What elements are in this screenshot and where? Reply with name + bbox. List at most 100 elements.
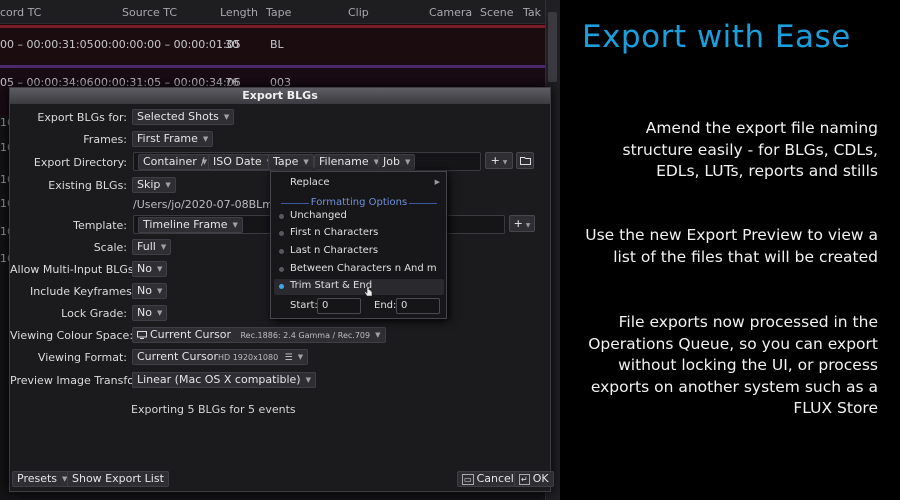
column-length[interactable]: Length	[220, 6, 258, 19]
dialog-title[interactable]: Export BLGs	[10, 88, 550, 104]
row-stripe	[0, 65, 545, 68]
frames-select[interactable]: First Frame ▼	[132, 131, 214, 147]
promo-title: Export with Ease	[582, 19, 851, 55]
chevron-down-icon: ▼	[404, 158, 411, 166]
viewing-colour-space-label: Viewing Colour Space:	[10, 329, 134, 342]
chevron-down-icon: ▼	[305, 376, 311, 384]
keyframes-select[interactable]: No ▼	[132, 283, 168, 299]
column-camera[interactable]: Camera	[429, 6, 472, 19]
length: 30	[225, 38, 239, 51]
show-export-list-button[interactable]: Show Export List	[67, 471, 169, 487]
radio-dot-selected	[279, 284, 284, 289]
hand-cursor-icon	[364, 286, 373, 297]
add-template-token-button[interactable]: + ▼	[509, 215, 535, 232]
template-token[interactable]: Timeline Frame ▼	[138, 217, 243, 233]
menu-item-first-n[interactable]: First n Characters	[290, 227, 378, 238]
plus-icon: +	[490, 154, 500, 167]
promo-paragraph: Amend the export file naming structure e…	[622, 119, 878, 180]
column-scene[interactable]: Scene	[480, 6, 514, 19]
menu-item-replace[interactable]: Replace	[290, 177, 330, 188]
browse-folder-button[interactable]	[516, 152, 534, 169]
presets-button[interactable]: Presets ▼	[12, 471, 73, 487]
directory-token-filename[interactable]: Filename ▼	[314, 154, 384, 170]
chevron-down-icon: ▼	[202, 135, 209, 143]
chevron-right-icon: ▶	[434, 178, 440, 186]
divider	[409, 203, 437, 204]
column-record-tc[interactable]: cord TC	[0, 6, 41, 19]
existing-blgs-select[interactable]: Skip ▼	[132, 177, 176, 193]
radio-dot	[279, 267, 284, 272]
record-tc: 00 – 00:00:31:05	[0, 38, 94, 51]
radio-dot	[279, 231, 284, 236]
promo-paragraph: File exports now processed in the Operat…	[588, 313, 878, 417]
chevron-down-icon: ▼	[297, 353, 304, 361]
chevron-down-icon: ▼	[156, 265, 163, 273]
template-label: Template:	[73, 219, 127, 232]
chevron-down-icon: ▼	[303, 158, 309, 166]
menu-item-unchanged[interactable]: Unchanged	[290, 210, 347, 221]
export-directory-label: Export Directory:	[33, 156, 127, 169]
chevron-down-icon: ▼	[156, 287, 163, 295]
multi-input-select[interactable]: No ▼	[132, 261, 168, 277]
timeline-header: cord TC Source TC Length Tape Clip Camer…	[0, 0, 560, 24]
enter-key-icon: ↵	[519, 474, 530, 485]
chevron-down-icon: ▼	[502, 159, 508, 166]
preview-transform-select[interactable]: Linear (Mac OS X compatible) ▼	[132, 372, 316, 388]
chevron-down-icon: ▼	[156, 309, 163, 317]
column-source-tc[interactable]: Source TC	[122, 6, 177, 19]
lock-grade-select[interactable]: No ▼	[132, 305, 168, 321]
preview-transform-label: Preview Image Transform:	[10, 374, 153, 387]
column-take[interactable]: Tak	[523, 6, 541, 19]
add-token-button[interactable]: + ▼	[485, 152, 513, 169]
keyboard-icon: ▭	[462, 474, 474, 485]
radio-dot	[279, 249, 284, 254]
viewing-colour-space-select[interactable]: Current Cursor Rec.1886: 2.4 Gamma / Rec…	[132, 327, 386, 343]
start-label: Start:	[290, 300, 318, 311]
lock-grade-label: Lock Grade:	[61, 307, 127, 320]
scale-select[interactable]: Full ▼	[132, 239, 172, 255]
chevron-down-icon: ▼	[165, 181, 171, 189]
scrollbar-thumb[interactable]	[548, 12, 557, 82]
menu-item-between[interactable]: Between Characters n And m	[290, 263, 437, 274]
multi-input-label: Allow Multi-Input BLGs:	[10, 263, 138, 276]
export-status: Exporting 5 BLGs for 5 events	[131, 403, 296, 416]
chevron-down-icon: ▼	[232, 221, 238, 229]
divider	[281, 203, 309, 204]
column-clip[interactable]: Clip	[348, 6, 369, 19]
directory-token-job[interactable]: Job ▼	[378, 154, 416, 170]
list-icon: ☰	[284, 353, 293, 363]
formatting-menu: Replace ▶ Formatting Options Unchanged F…	[270, 171, 447, 319]
chevron-down-icon: ▼	[223, 113, 230, 121]
plus-icon: +	[513, 217, 523, 230]
viewing-format-select[interactable]: Current CursorHD 1920x1080 ☰ ▼	[132, 349, 309, 365]
directory-token-iso-date[interactable]: ISO Date▼	[208, 154, 278, 170]
menu-item-trim[interactable]: Trim Start & End	[290, 280, 372, 291]
keyframes-label: Include Keyframes:	[30, 285, 136, 298]
colour-space-detail: Rec.1886: 2.4 Gamma / Rec.709	[240, 331, 371, 340]
promo-panel: Export with Ease Amend the export file n…	[560, 0, 900, 500]
chevron-down-icon: ▼	[160, 243, 167, 251]
end-label: End:	[374, 300, 397, 311]
monitor-icon	[137, 331, 147, 339]
radio-dot	[279, 214, 284, 219]
existing-blgs-label: Existing BLGs:	[48, 179, 127, 192]
end-input[interactable]: 0	[396, 298, 440, 314]
cancel-button[interactable]: ▭ Cancel	[457, 471, 519, 487]
menu-item-last-n[interactable]: Last n Characters	[290, 245, 378, 256]
row-stripe	[0, 25, 545, 28]
folder-icon	[519, 157, 531, 165]
format-detail: HD 1920x1080	[217, 353, 279, 362]
column-tape[interactable]: Tape	[266, 6, 291, 19]
ok-button[interactable]: ↵ OK	[514, 471, 554, 487]
export-for-select[interactable]: Selected Shots ▼	[132, 109, 235, 125]
chevron-down-icon: ▼	[525, 222, 531, 229]
promo-paragraph: Use the new Export Preview to view a lis…	[585, 226, 878, 266]
tape: BL	[270, 38, 284, 51]
chevron-down-icon: ▼	[375, 331, 381, 339]
start-input[interactable]: 0	[317, 298, 361, 314]
directory-token-tape[interactable]: Tape ▼	[268, 154, 314, 170]
export-for-label: Export BLGs for:	[37, 111, 127, 124]
formatting-options-header: Formatting Options	[281, 197, 437, 209]
path-separator: /	[201, 155, 205, 168]
frames-label: Frames:	[83, 133, 127, 146]
